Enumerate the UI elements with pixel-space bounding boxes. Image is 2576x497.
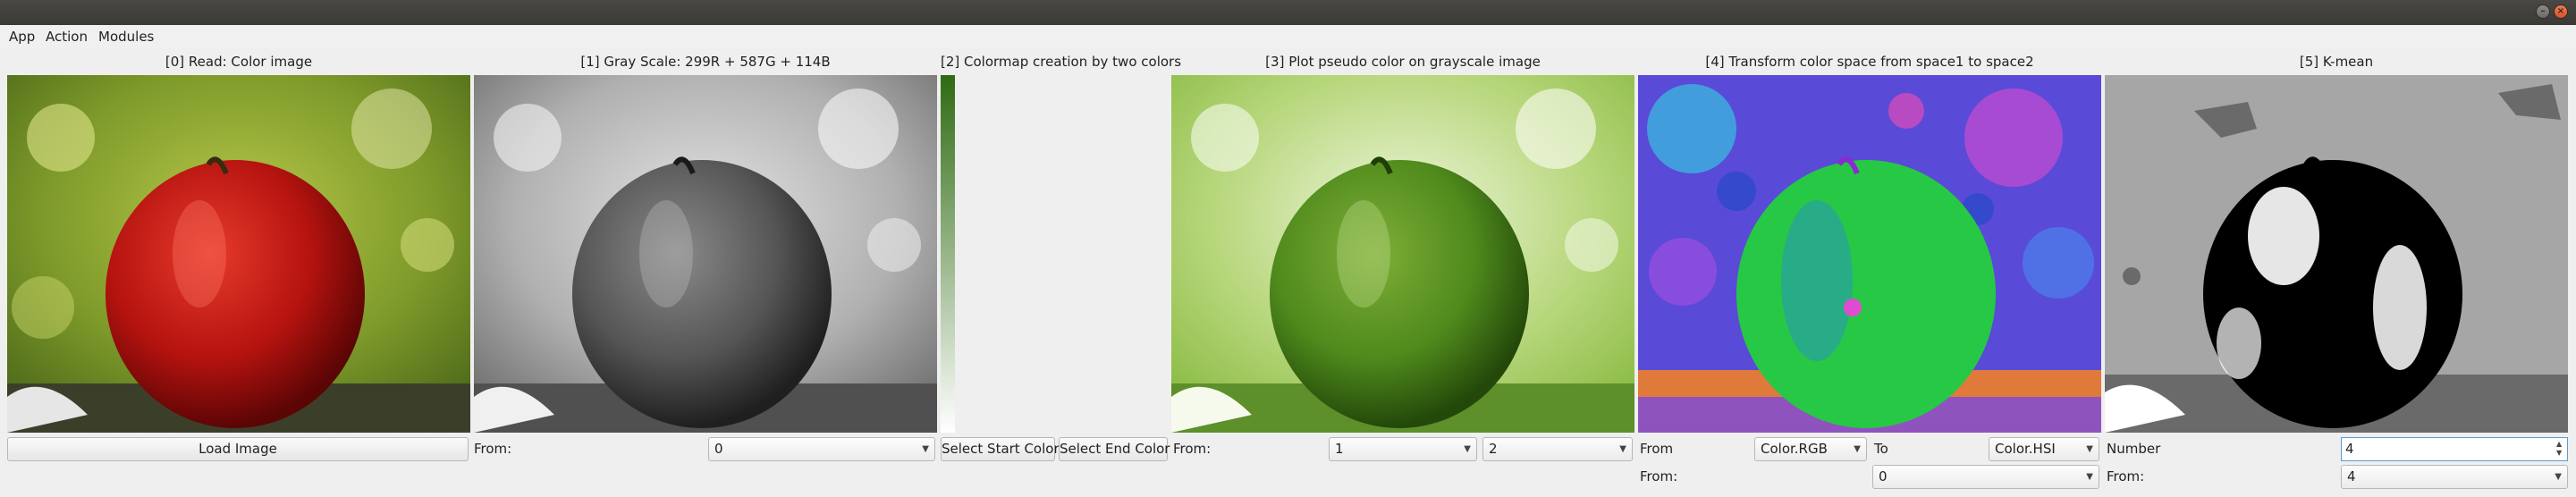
spin-arrows-icon[interactable]: ▲ ▼: [2556, 440, 2565, 458]
cs-from-value: Color.RGB: [1761, 441, 1828, 457]
grayscale-image: [474, 75, 937, 433]
kmean-from-value: 4: [2347, 468, 2356, 484]
cs-to-select[interactable]: Color.HSI ▼: [1989, 437, 2099, 461]
color-image: [7, 75, 470, 433]
pseudo-colormap-value: 2: [1489, 441, 1498, 457]
panel-title-grayscale: [1] Gray Scale: 299R + 587G + 114B: [580, 54, 831, 70]
panel-title-pseudocolor: [3] Plot pseudo color on grayscale image: [1265, 54, 1541, 70]
panel-title-read: [0] Read: Color image: [165, 54, 313, 70]
chevron-down-icon: ▼: [1619, 444, 1626, 454]
colorspace-image: [1638, 75, 2101, 433]
minimize-button[interactable]: –: [2536, 4, 2550, 19]
pseudo-from-select[interactable]: 1 ▼: [1329, 437, 1477, 461]
panel-title-colormap: [2] Colormap creation by two colors: [941, 54, 1182, 70]
pseudo-from-label: From:: [1173, 441, 1212, 457]
colormap-strip: [941, 75, 955, 433]
kmean-from-select[interactable]: 4 ▼: [2341, 465, 2568, 489]
gray-from-label: From:: [474, 441, 512, 457]
pseudo-from-value: 1: [1335, 441, 1344, 457]
chevron-down-icon: ▼: [1854, 444, 1861, 454]
chevron-down-icon: ▼: [2086, 472, 2093, 482]
cs-source-select[interactable]: 0 ▼: [1872, 465, 2099, 489]
kmean-number-label: Number: [2107, 441, 2161, 457]
window-title-bar: – ×: [0, 0, 2576, 25]
pseudo-colormap-select[interactable]: 2 ▼: [1482, 437, 1633, 461]
gray-from-select[interactable]: 0 ▼: [708, 437, 935, 461]
menu-modules[interactable]: Modules: [98, 29, 154, 45]
cs-from-label: From: [1640, 441, 1674, 457]
close-icon: ×: [2556, 6, 2565, 16]
minimize-icon: –: [2540, 6, 2546, 16]
menu-app[interactable]: App: [9, 29, 35, 45]
panel-title-kmean: [5] K-mean: [2299, 54, 2374, 70]
kmean-number-spinbox[interactable]: 4 ▲ ▼: [2341, 437, 2568, 461]
cs-source-label: From:: [1640, 468, 1678, 484]
kmean-image: [2105, 75, 2568, 433]
chevron-down-icon: ▼: [1464, 444, 1471, 454]
cs-to-label: To: [1874, 441, 1888, 457]
cs-source-value: 0: [1879, 468, 1888, 484]
close-button[interactable]: ×: [2554, 4, 2568, 19]
cs-from-select[interactable]: Color.RGB ▼: [1754, 437, 1867, 461]
select-start-color-button[interactable]: Select Start Color: [941, 437, 1060, 461]
menu-bar: App Action Modules: [0, 25, 2576, 48]
select-end-color-button[interactable]: Select End Color: [1059, 437, 1170, 461]
panel-title-colorspace: [4] Transform color space from space1 to…: [1705, 54, 2034, 70]
kmean-number-value: 4: [2345, 441, 2354, 457]
gray-from-value: 0: [714, 441, 723, 457]
menu-action[interactable]: Action: [46, 29, 88, 45]
chevron-down-icon: ▼: [2555, 472, 2562, 482]
chevron-down-icon: ▼: [2086, 444, 2093, 454]
load-image-button[interactable]: Load Image: [7, 437, 469, 461]
chevron-down-icon: ▼: [922, 444, 929, 454]
kmean-from-label: From:: [2107, 468, 2145, 484]
cs-to-value: Color.HSI: [1995, 441, 2056, 457]
pseudocolor-image: [1171, 75, 1634, 433]
